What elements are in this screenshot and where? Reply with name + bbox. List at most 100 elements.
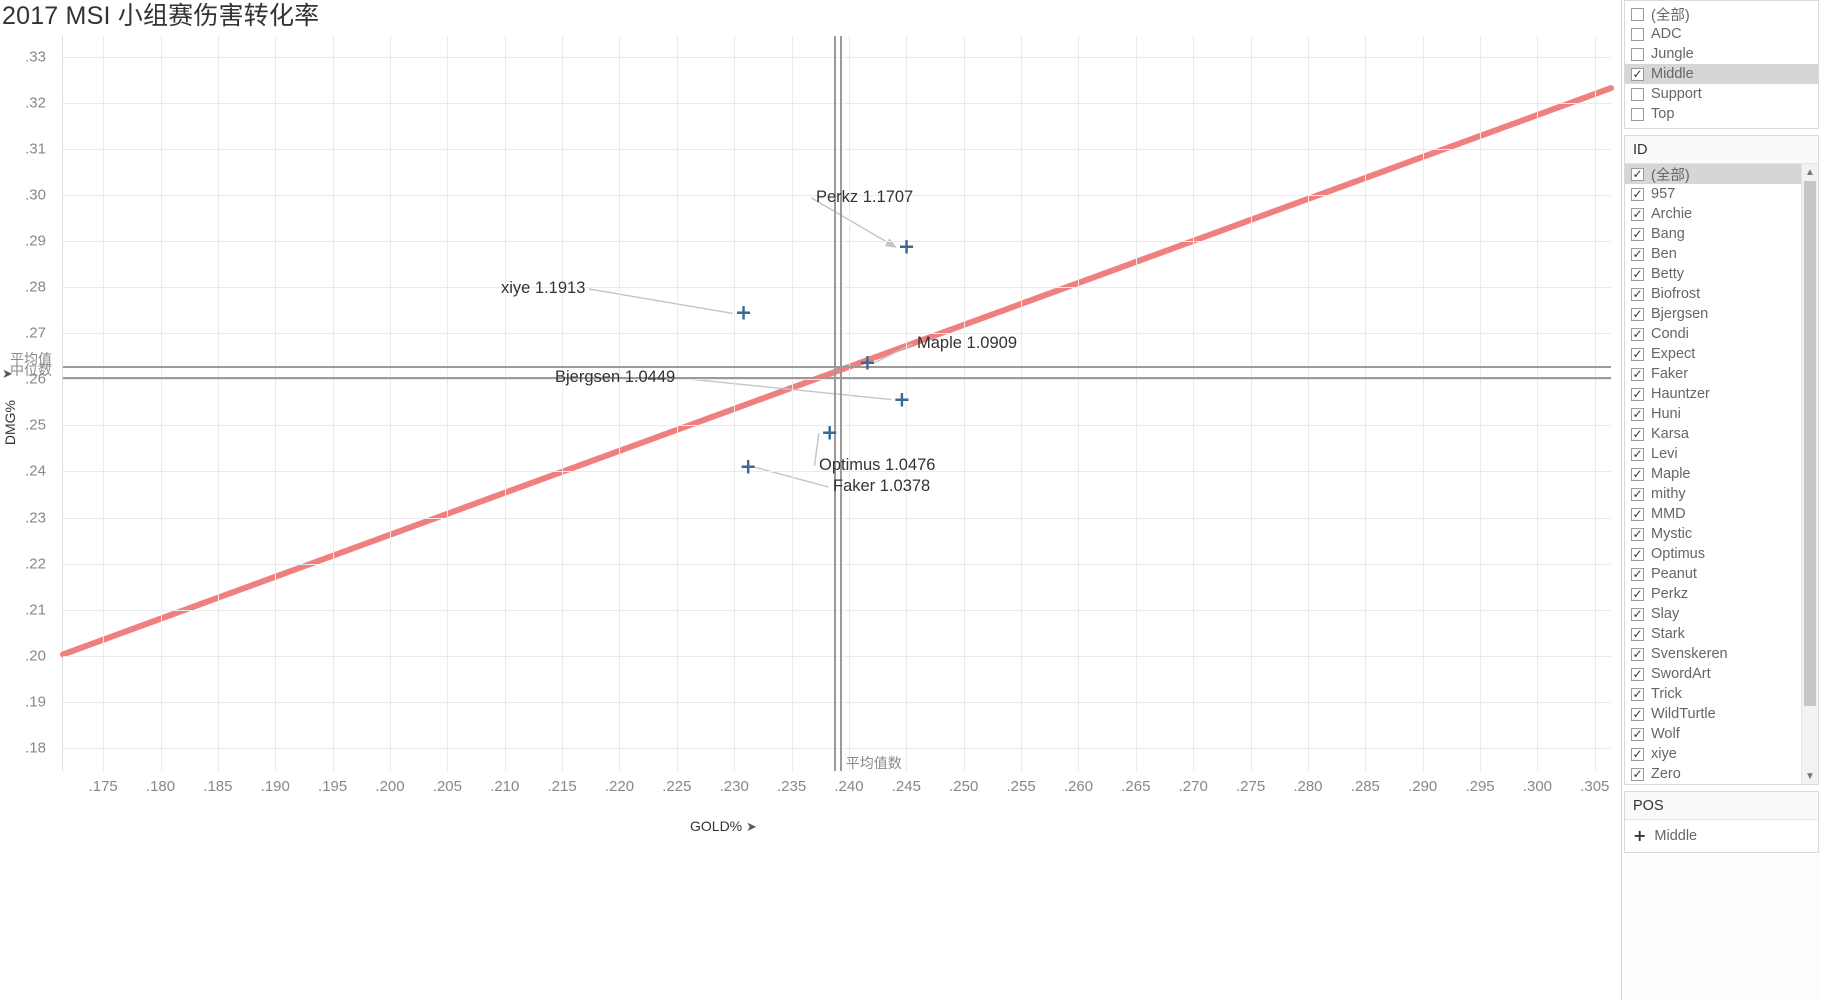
- checkbox-checked-icon[interactable]: [1631, 467, 1644, 481]
- id-filter-scrollbar[interactable]: ▲ ▼: [1801, 164, 1818, 784]
- point-annotation[interactable]: Maple 1.0909: [917, 334, 1017, 353]
- reference-line-y-mean[interactable]: [63, 366, 1611, 369]
- checkbox-checked-icon[interactable]: [1631, 207, 1644, 221]
- id-filter-item-karsa[interactable]: Karsa: [1625, 424, 1801, 444]
- reference-line-y-median[interactable]: [63, 377, 1611, 379]
- id-filter-item-perkz[interactable]: Perkz: [1625, 584, 1801, 604]
- reference-line-x-mean[interactable]: [834, 36, 837, 771]
- checkbox-checked-icon[interactable]: [1631, 367, 1644, 381]
- checkbox-checked-icon[interactable]: [1631, 187, 1644, 201]
- point-annotation[interactable]: Faker 1.0378: [833, 477, 930, 496]
- id-filter-item--[interactable]: (全部): [1625, 164, 1801, 184]
- scatter-plot-canvas[interactable]: .18.19.20.21.22.23.24.25.26.27.28.29.30.…: [10, 36, 1614, 795]
- id-filter-item-slay[interactable]: Slay: [1625, 604, 1801, 624]
- checkbox-checked-icon[interactable]: [1631, 227, 1644, 241]
- id-filter-item-optimus[interactable]: Optimus: [1625, 544, 1801, 564]
- id-filter-item-condi[interactable]: Condi: [1625, 324, 1801, 344]
- id-filter-item-archie[interactable]: Archie: [1625, 204, 1801, 224]
- pos-filter-item-support[interactable]: Support: [1625, 84, 1818, 104]
- data-point-mark[interactable]: [821, 426, 836, 441]
- checkbox-checked-icon[interactable]: [1631, 407, 1644, 421]
- chevron-down-icon[interactable]: ▼: [1802, 768, 1818, 784]
- checkbox-checked-icon[interactable]: [1631, 607, 1644, 621]
- checkbox-checked-icon[interactable]: [1631, 327, 1644, 341]
- checkbox-checked-icon[interactable]: [1631, 267, 1644, 281]
- checkbox-unchecked-icon[interactable]: [1631, 27, 1644, 41]
- id-filter-item-xiye[interactable]: xiye: [1625, 744, 1801, 764]
- data-point-mark[interactable]: [735, 306, 750, 321]
- checkbox-checked-icon[interactable]: [1631, 547, 1644, 561]
- scrollbar-thumb[interactable]: [1804, 181, 1816, 706]
- id-filter-item-bjergsen[interactable]: Bjergsen: [1625, 304, 1801, 324]
- data-point-mark[interactable]: [893, 392, 908, 407]
- id-filter-item-mithy[interactable]: mithy: [1625, 484, 1801, 504]
- point-annotation[interactable]: Perkz 1.1707: [816, 188, 913, 207]
- checkbox-checked-icon[interactable]: [1631, 307, 1644, 321]
- checkbox-checked-icon[interactable]: [1631, 487, 1644, 501]
- id-filter-item-hauntzer[interactable]: Hauntzer: [1625, 384, 1801, 404]
- checkbox-unchecked-icon[interactable]: [1631, 87, 1644, 101]
- checkbox-checked-icon[interactable]: [1631, 647, 1644, 661]
- pos-filter-item-top[interactable]: Top: [1625, 104, 1818, 124]
- checkbox-checked-icon[interactable]: [1631, 427, 1644, 441]
- checkbox-checked-icon[interactable]: [1631, 287, 1644, 301]
- point-annotation[interactable]: Optimus 1.0476: [819, 456, 935, 475]
- checkbox-checked-icon[interactable]: [1631, 587, 1644, 601]
- point-annotation[interactable]: Bjergsen 1.0449: [555, 368, 675, 387]
- id-filter-item-bang[interactable]: Bang: [1625, 224, 1801, 244]
- reference-line-x-median[interactable]: [839, 36, 842, 771]
- id-filter-item-wolf[interactable]: Wolf: [1625, 724, 1801, 744]
- checkbox-checked-icon[interactable]: [1631, 627, 1644, 641]
- id-filter-item-levi[interactable]: Levi: [1625, 444, 1801, 464]
- pos-filter-item-jungle[interactable]: Jungle: [1625, 44, 1818, 64]
- pos-filter-item-middle[interactable]: Middle: [1625, 64, 1818, 84]
- checkbox-unchecked-icon[interactable]: [1631, 107, 1644, 121]
- checkbox-checked-icon[interactable]: [1631, 687, 1644, 701]
- id-filter-item-mmd[interactable]: MMD: [1625, 504, 1801, 524]
- pos-filter-list[interactable]: (全部) ADC Jungle Middle Support Top: [1625, 1, 1818, 128]
- checkbox-checked-icon[interactable]: [1631, 727, 1644, 741]
- data-point-mark[interactable]: [898, 240, 913, 255]
- pos-filter-item--[interactable]: (全部): [1625, 4, 1818, 24]
- pos-filter-item-adc[interactable]: ADC: [1625, 24, 1818, 44]
- id-filter-item-ben[interactable]: Ben: [1625, 244, 1801, 264]
- point-annotation[interactable]: xiye 1.1913: [501, 279, 585, 298]
- id-filter-item-957[interactable]: 957: [1625, 184, 1801, 204]
- checkbox-checked-icon[interactable]: [1631, 667, 1644, 681]
- checkbox-unchecked-icon[interactable]: [1631, 47, 1644, 61]
- id-filter-item-peanut[interactable]: Peanut: [1625, 564, 1801, 584]
- checkbox-checked-icon[interactable]: [1631, 707, 1644, 721]
- checkbox-checked-icon[interactable]: [1631, 167, 1644, 181]
- checkbox-checked-icon[interactable]: [1631, 767, 1644, 781]
- id-filter-item-maple[interactable]: Maple: [1625, 464, 1801, 484]
- id-filter-item-zero[interactable]: Zero: [1625, 764, 1801, 784]
- checkbox-checked-icon[interactable]: [1631, 747, 1644, 761]
- checkbox-checked-icon[interactable]: [1631, 527, 1644, 541]
- data-point-mark[interactable]: [859, 355, 874, 370]
- legend-entry[interactable]: + Middle: [1625, 823, 1818, 848]
- checkbox-checked-icon[interactable]: [1631, 67, 1644, 81]
- checkbox-checked-icon[interactable]: [1631, 507, 1644, 521]
- checkbox-unchecked-icon[interactable]: [1631, 7, 1644, 21]
- checkbox-checked-icon[interactable]: [1631, 247, 1644, 261]
- id-filter-item-mystic[interactable]: Mystic: [1625, 524, 1801, 544]
- id-filter-item-betty[interactable]: Betty: [1625, 264, 1801, 284]
- checkbox-checked-icon[interactable]: [1631, 447, 1644, 461]
- id-filter-item-trick[interactable]: Trick: [1625, 684, 1801, 704]
- id-filter-item-faker[interactable]: Faker: [1625, 364, 1801, 384]
- chevron-up-icon[interactable]: ▲: [1802, 164, 1818, 180]
- id-filter-item-huni[interactable]: Huni: [1625, 404, 1801, 424]
- x-axis-title[interactable]: GOLD% ➤: [690, 818, 757, 835]
- id-filter-item-biofrost[interactable]: Biofrost: [1625, 284, 1801, 304]
- checkbox-checked-icon[interactable]: [1631, 387, 1644, 401]
- data-point-mark[interactable]: [739, 460, 754, 475]
- checkbox-checked-icon[interactable]: [1631, 347, 1644, 361]
- id-filter-item-expect[interactable]: Expect: [1625, 344, 1801, 364]
- id-filter-list[interactable]: (全部) 957 Archie Bang Ben Betty Biofrost Bjergse…: [1625, 164, 1801, 784]
- id-filter-item-svenskeren[interactable]: Svenskeren: [1625, 644, 1801, 664]
- id-filter-item-swordart[interactable]: SwordArt: [1625, 664, 1801, 684]
- id-filter-item-stark[interactable]: Stark: [1625, 624, 1801, 644]
- pos-legend-list[interactable]: + Middle: [1625, 820, 1818, 852]
- checkbox-checked-icon[interactable]: [1631, 567, 1644, 581]
- id-filter-item-wildturtle[interactable]: WildTurtle: [1625, 704, 1801, 724]
